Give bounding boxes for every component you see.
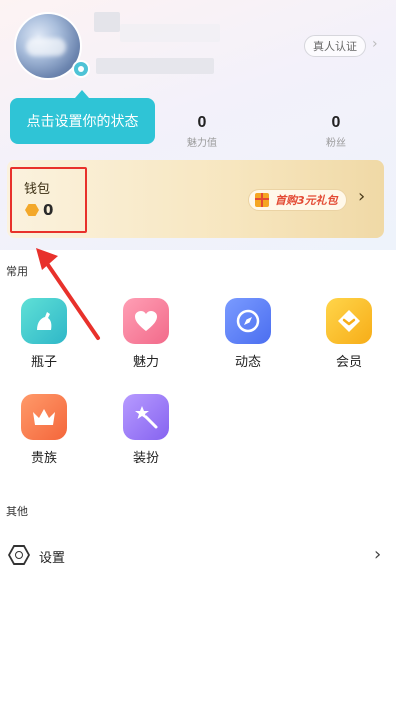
compass-icon <box>225 298 271 344</box>
settings-label: 设置 <box>39 551 66 566</box>
feature-moments[interactable]: 动态 <box>208 298 288 370</box>
avatar[interactable] <box>16 14 80 78</box>
stat-charm-value: 0 <box>197 114 207 131</box>
stat-fans[interactable]: 0 粉丝 <box>296 114 376 149</box>
feature-member[interactable]: 会员 <box>309 298 389 370</box>
chevron-right-icon: › <box>372 36 378 52</box>
feature-bottle-label: 瓶子 <box>30 355 57 370</box>
status-tooltip[interactable]: 点击设置你的状态 <box>10 98 155 144</box>
feature-charm[interactable]: 魅力 <box>106 298 186 370</box>
user-id-blurred <box>96 58 214 74</box>
username-blurred-extension <box>120 24 220 42</box>
section-title-common: 常用 <box>6 265 28 278</box>
crown-icon <box>21 394 67 440</box>
stat-fans-label: 粉丝 <box>326 138 346 149</box>
feature-member-label: 会员 <box>335 355 362 370</box>
chevron-right-icon: › <box>358 186 366 207</box>
avatar-cloud-decoration <box>26 38 66 56</box>
feature-noble[interactable]: 贵族 <box>4 394 84 466</box>
username-blurred <box>94 12 120 32</box>
feature-moments-label: 动态 <box>234 355 261 370</box>
stat-charm-label: 魅力值 <box>187 138 217 149</box>
stat-fans-value: 0 <box>331 114 341 131</box>
tooltip-pointer <box>75 90 89 98</box>
section-title-other: 其他 <box>6 505 28 518</box>
realname-verify-label: 真人认证 <box>313 40 357 53</box>
magic-wand-icon <box>123 394 169 440</box>
member-diamond-icon <box>326 298 372 344</box>
gift-icon <box>255 193 269 207</box>
stat-charm[interactable]: 0 魅力值 <box>162 114 242 149</box>
feature-noble-label: 贵族 <box>30 451 57 466</box>
chevron-right-icon: › <box>374 544 382 565</box>
status-set-icon[interactable] <box>72 60 90 78</box>
heart-icon <box>123 298 169 344</box>
realname-verify-button[interactable]: 真人认证 <box>304 35 366 57</box>
status-tooltip-text: 点击设置你的状态 <box>26 114 139 130</box>
bottle-icon <box>21 298 67 344</box>
feature-dress-up[interactable]: 装扮 <box>106 394 186 466</box>
wallet-highlight-box <box>10 167 87 233</box>
feature-dress-up-label: 装扮 <box>132 451 159 466</box>
feature-bottle[interactable]: 瓶子 <box>4 298 84 370</box>
feature-charm-label: 魅力 <box>132 355 159 370</box>
settings-hex-icon <box>8 545 30 565</box>
settings-row[interactable]: 设置 › <box>0 538 396 574</box>
gift-promo-label: 首购3元礼包 <box>275 194 338 207</box>
